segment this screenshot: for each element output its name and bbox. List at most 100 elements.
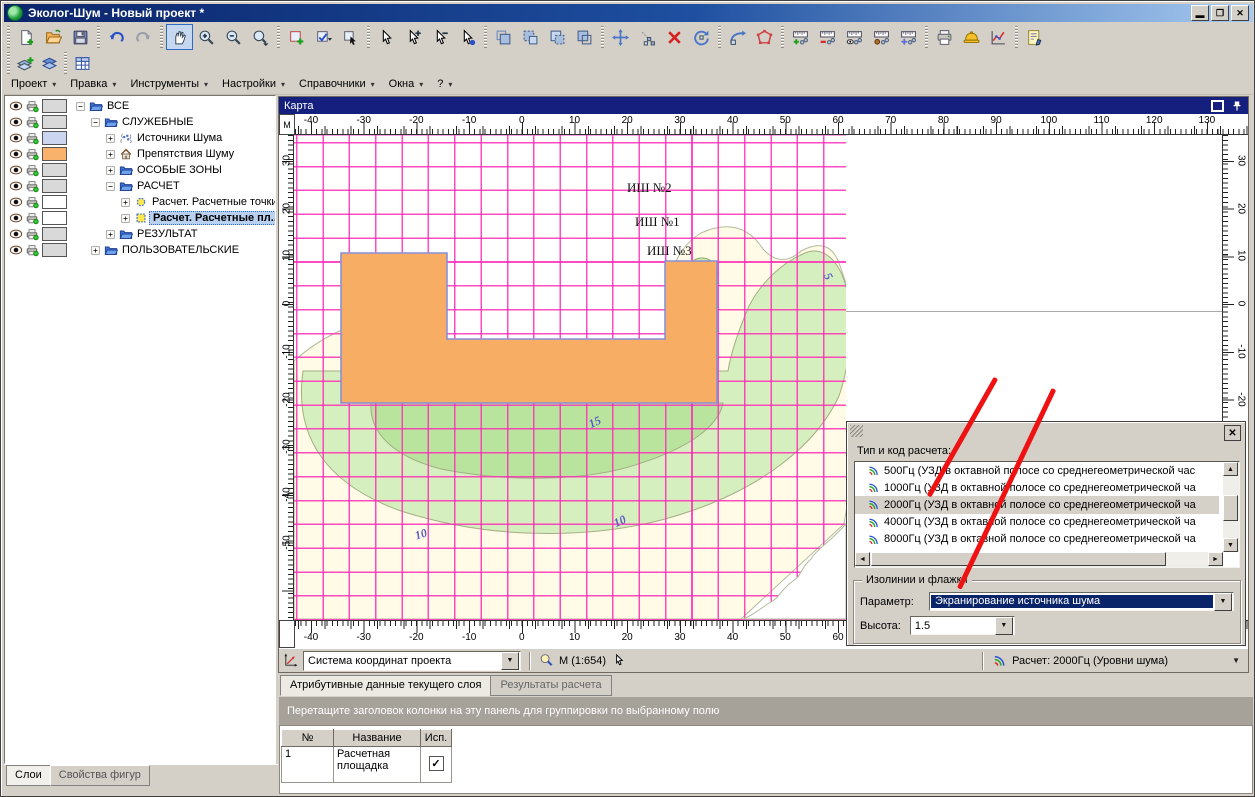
print-layer-icon[interactable] bbox=[24, 179, 40, 194]
visibility-eye-icon[interactable] bbox=[8, 179, 24, 194]
calc-type-item[interactable]: 1000Гц (УЗД в октавной полосе со среднег… bbox=[855, 479, 1219, 496]
visibility-eye-icon[interactable] bbox=[8, 227, 24, 242]
menu-item-6[interactable]: Окна▾ bbox=[382, 76, 431, 92]
plus-expand-icon[interactable] bbox=[87, 243, 103, 258]
redo-button[interactable] bbox=[130, 24, 157, 50]
measure-show-button[interactable] bbox=[841, 24, 868, 50]
zoom-in-button[interactable] bbox=[193, 24, 220, 50]
visibility-eye-icon[interactable] bbox=[8, 243, 24, 258]
layer-label[interactable]: ОСОБЫЕ ЗОНЫ bbox=[134, 164, 225, 176]
delete-button[interactable] bbox=[661, 24, 688, 50]
measure-move-button[interactable] bbox=[895, 24, 922, 50]
plus-expand-icon[interactable] bbox=[117, 211, 133, 226]
chart-button[interactable] bbox=[985, 24, 1012, 50]
layer-label[interactable]: РАСЧЕТ bbox=[134, 180, 183, 192]
apply-object-button[interactable] bbox=[310, 24, 337, 50]
visibility-eye-icon[interactable] bbox=[8, 115, 24, 130]
layer-color-swatch[interactable] bbox=[42, 227, 67, 241]
layer-row[interactable]: Расчет. Расчетные пл... bbox=[5, 210, 275, 226]
layer-row[interactable]: Источники Шума bbox=[5, 130, 275, 146]
shape-union-button[interactable] bbox=[490, 24, 517, 50]
minus-expand-icon[interactable] bbox=[72, 99, 88, 114]
measure-remove-button[interactable] bbox=[814, 24, 841, 50]
shape-intersect-button[interactable] bbox=[544, 24, 571, 50]
visibility-eye-icon[interactable] bbox=[8, 163, 24, 178]
layer-row[interactable]: РАСЧЕТ bbox=[5, 178, 275, 194]
scroll-left-icon[interactable]: ◄ bbox=[855, 552, 870, 566]
print-layer-icon[interactable] bbox=[24, 99, 40, 114]
scroll-up-icon[interactable]: ▲ bbox=[1223, 462, 1238, 476]
plus-expand-icon[interactable] bbox=[102, 163, 118, 178]
visibility-eye-icon[interactable] bbox=[8, 195, 24, 210]
bottom-tab-1[interactable]: Атрибутивные данные текущего слоя bbox=[280, 675, 491, 696]
print-layer-icon[interactable] bbox=[24, 131, 40, 146]
chevron-down-icon[interactable]: ▼ bbox=[995, 617, 1013, 635]
column-header[interactable]: № bbox=[282, 730, 334, 747]
print-layer-icon[interactable] bbox=[24, 163, 40, 178]
map-maximize-icon[interactable] bbox=[1211, 100, 1224, 112]
move-button[interactable] bbox=[607, 24, 634, 50]
close-icon[interactable]: ✕ bbox=[1224, 425, 1241, 441]
print-layer-icon[interactable] bbox=[24, 115, 40, 130]
layer-row[interactable]: РЕЗУЛЬТАТ bbox=[5, 226, 275, 242]
shape-subtract-button[interactable] bbox=[517, 24, 544, 50]
visibility-eye-icon[interactable] bbox=[8, 131, 24, 146]
calc-type-item[interactable]: 8000Гц (УЗД в октавной полосе со среднег… bbox=[855, 531, 1219, 548]
layer-row[interactable]: ПОЛЬЗОВАТЕЛЬСКИЕ bbox=[5, 242, 275, 258]
chevron-down-icon[interactable]: ▼ bbox=[501, 652, 519, 670]
visibility-eye-icon[interactable] bbox=[8, 99, 24, 114]
zoom-extent-button[interactable] bbox=[247, 24, 274, 50]
layer-color-swatch[interactable] bbox=[42, 147, 67, 161]
calc-type-item[interactable]: 500Гц (УЗД в октавной полосе со среднеге… bbox=[855, 462, 1219, 479]
layer-color-swatch[interactable] bbox=[42, 163, 67, 177]
layer-label[interactable]: РЕЗУЛЬТАТ bbox=[134, 228, 200, 240]
layer-color-swatch[interactable] bbox=[42, 179, 67, 193]
pan-button[interactable] bbox=[166, 24, 193, 50]
scroll-down-icon[interactable]: ▼ bbox=[1223, 538, 1238, 552]
coord-system-combobox[interactable]: Система координат проекта ▼ bbox=[303, 651, 521, 671]
chevron-down-icon[interactable]: ▼ bbox=[1214, 593, 1232, 611]
layer-row[interactable]: ОСОБЫЕ ЗОНЫ bbox=[5, 162, 275, 178]
layer-label[interactable]: ПОЛЬЗОВАТЕЛЬСКИЕ bbox=[119, 244, 242, 256]
print-layer-icon[interactable] bbox=[24, 211, 40, 226]
shape-xor-button[interactable] bbox=[571, 24, 598, 50]
print-layer-icon[interactable] bbox=[24, 243, 40, 258]
chevron-down-icon[interactable]: ▼ bbox=[1232, 656, 1244, 665]
horizontal-scrollbar[interactable]: ◄ ► bbox=[855, 552, 1223, 567]
maximize-icon[interactable]: ❐ bbox=[1211, 5, 1229, 21]
project-equipment-button[interactable] bbox=[958, 24, 985, 50]
rotate-button[interactable] bbox=[688, 24, 715, 50]
select-subtract-button[interactable] bbox=[427, 24, 454, 50]
measure-add-button[interactable] bbox=[787, 24, 814, 50]
print-layer-icon[interactable] bbox=[24, 147, 40, 162]
select-button[interactable] bbox=[373, 24, 400, 50]
menu-item-4[interactable]: Настройки▾ bbox=[215, 76, 292, 92]
used-checkbox[interactable]: ✓ bbox=[429, 756, 444, 771]
pick-object-button[interactable] bbox=[337, 24, 364, 50]
layer-row[interactable]: ВСЕ bbox=[5, 98, 275, 114]
active-calculation-combobox[interactable]: Расчет: 2000Гц (Уровни шума) ▼ bbox=[979, 652, 1244, 670]
plus-expand-icon[interactable] bbox=[102, 147, 118, 162]
grouping-hint-bar[interactable]: Перетащите заголовок колонки на эту пане… bbox=[279, 697, 1253, 725]
layer-color-swatch[interactable] bbox=[42, 195, 67, 209]
save-project-button[interactable] bbox=[67, 24, 94, 50]
menu-item-7[interactable]: ?▾ bbox=[430, 76, 459, 92]
left-tab-1[interactable]: Слои bbox=[6, 765, 51, 786]
layer-label[interactable]: ВСЕ bbox=[104, 100, 132, 112]
plus-expand-icon[interactable] bbox=[102, 131, 118, 146]
dialog-grip[interactable] bbox=[850, 425, 863, 437]
calc-type-item[interactable]: 4000Гц (УЗД в октавной полосе со среднег… bbox=[855, 514, 1219, 531]
vertical-scrollbar[interactable]: ▲ ▼ bbox=[1223, 462, 1239, 552]
minus-expand-icon[interactable] bbox=[87, 115, 103, 130]
layer-row[interactable]: Расчет. Расчетные точки bbox=[5, 194, 275, 210]
left-tab-2[interactable]: Свойства фигур bbox=[50, 765, 150, 786]
calc-type-item[interactable]: 2000Гц (УЗД в октавной полосе со среднег… bbox=[855, 496, 1219, 513]
table-view-button[interactable] bbox=[70, 52, 94, 74]
height-combobox[interactable]: 1.5 ▼ bbox=[910, 616, 1015, 635]
undo-button[interactable] bbox=[103, 24, 130, 50]
layer-label[interactable]: Препятствия Шуму bbox=[134, 148, 237, 160]
layer-label[interactable]: Расчет. Расчетные пл... bbox=[149, 211, 276, 225]
plus-expand-icon[interactable] bbox=[102, 227, 118, 242]
open-project-button[interactable] bbox=[40, 24, 67, 50]
add-object-button[interactable] bbox=[283, 24, 310, 50]
